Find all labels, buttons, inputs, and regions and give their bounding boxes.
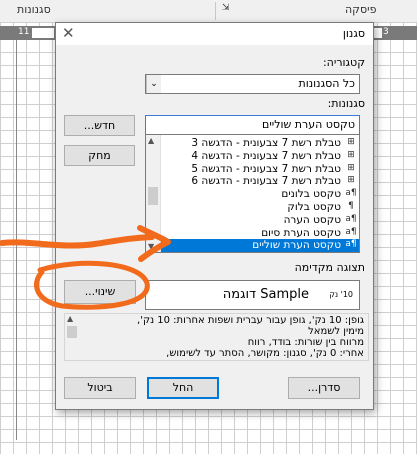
ruler-number-right: 3: [383, 27, 389, 37]
style-list-item[interactable]: ⊞ טבלת רשת 7 צבעונית - הדגשה 3: [161, 137, 359, 150]
scrollbar-thumb[interactable]: [67, 326, 77, 338]
style-name-value: טקסט הערת שוליים: [262, 118, 355, 131]
linked-style-icon: ¶a: [345, 188, 357, 199]
category-label: קטגוריה:: [322, 56, 365, 69]
scroll-up-icon[interactable]: ▲: [67, 314, 73, 323]
scroll-up-icon[interactable]: ▲: [148, 136, 154, 145]
dialog-launcher-icon[interactable]: ⇲: [222, 3, 230, 13]
category-dropdown[interactable]: כל הסגנונות ⌄: [145, 74, 360, 94]
apply-button[interactable]: החל: [147, 377, 219, 399]
preview-label: תצוגה מקדימה: [294, 261, 365, 274]
style-list-item-label: טקסט הערה: [283, 213, 341, 226]
style-list-item[interactable]: ⊞ טבלת רשת 7 צבעונית - הדגשה 6: [161, 175, 359, 188]
preview-font-size: 10' נק: [329, 290, 353, 299]
scrollbar-thumb[interactable]: [148, 187, 158, 205]
scroll-down-icon[interactable]: ▼: [148, 242, 154, 251]
style-list-item-label: טבלת רשת 7 צבעונית - הדגשה 5: [191, 162, 341, 175]
style-description: ▲ גופן: 10 נק', גופן עבור עברית ושפות אח…: [64, 313, 369, 361]
new-style-button[interactable]: חדש...: [64, 115, 135, 136]
style-list-item[interactable]: ¶ טקסט בלוק: [161, 201, 359, 214]
table-grid-icon: ⊞: [347, 149, 355, 160]
styles-list[interactable]: ▲ ▼ ⊞ טבלת רשת 7 צבעונית - הדגשה 3 ⊞ טבלת ר…: [145, 134, 360, 253]
delete-style-button[interactable]: מחק: [64, 145, 135, 166]
linked-style-icon: ¶a: [345, 226, 357, 237]
style-list-item-label: טקסט הערת סיום: [261, 226, 341, 239]
style-list-item[interactable]: ¶a טקסט הערה: [161, 214, 359, 227]
ribbon-bar: סגנונות ⇲ פיסקה: [0, 0, 417, 23]
style-list-item[interactable]: ¶a טקסט הערת סיום: [161, 227, 359, 240]
dialog-title: סגנון: [342, 27, 365, 40]
category-value: כל הסגנונות: [298, 77, 355, 90]
description-line: מימין לשמאל: [308, 326, 364, 337]
page-margin-line: [16, 40, 17, 440]
description-scrollbar[interactable]: ▲: [65, 314, 78, 360]
paragraph-icon: ¶: [348, 201, 354, 211]
ruler-segment: [32, 28, 54, 38]
style-list-item[interactable]: ¶a טקסט הערת שוליים: [161, 239, 359, 252]
organizer-button[interactable]: סדרן...: [288, 377, 360, 399]
description-line: גופן: 10 נק', גופן עבור עברית ושפות אחרו…: [137, 315, 364, 326]
style-list-item-label: טקסט בלוק: [287, 201, 341, 213]
modify-style-button[interactable]: שינוי...: [64, 280, 136, 304]
table-grid-icon: ⊞: [347, 175, 355, 186]
styles-list-scrollbar[interactable]: ▲ ▼: [146, 135, 161, 252]
linked-style-icon: ¶a: [345, 239, 357, 250]
cancel-button[interactable]: ביטול: [64, 377, 136, 399]
table-grid-icon: ⊞: [347, 137, 355, 147]
style-list-item-label: טבלת רשת 7 צבעונית - הדגשה 3: [191, 137, 341, 149]
styles-label: סגנונות:: [327, 97, 365, 110]
ribbon-group-paragraph: פיסקה: [345, 3, 377, 16]
description-line: מרווח בין שורות: בודד, רווח: [247, 337, 364, 348]
chevron-down-icon[interactable]: ⌄: [146, 75, 161, 93]
style-list-item-label: טבלת רשת 7 צבעונית - הדגשה 6: [191, 175, 341, 188]
style-list-item-label: טבלת רשת 7 צבעונית - הדגשה 4: [191, 149, 341, 162]
style-preview-box: Sample דוגמה 10' נק: [145, 280, 360, 310]
linked-style-icon: ¶a: [345, 213, 357, 224]
preview-sample-text: Sample דוגמה: [222, 287, 309, 302]
ruler-number-left: 11: [18, 27, 30, 37]
table-grid-icon: ⊞: [347, 162, 355, 173]
style-list-item[interactable]: ¶a טקסט בלונים: [161, 188, 359, 201]
style-list-item-label: טקסט בלונים: [281, 188, 341, 201]
close-icon[interactable]: ✕: [62, 24, 75, 42]
ribbon-separator: [215, 2, 216, 20]
style-list-item[interactable]: ⊞ טבלת רשת 7 צבעונית - הדגשה 4: [161, 150, 359, 163]
style-list-item[interactable]: ⊞ טבלת רשת 7 צבעונית - הדגשה 5: [161, 163, 359, 176]
style-list-item-label: טקסט הערת שוליים: [252, 239, 341, 252]
style-name-field[interactable]: טקסט הערת שוליים: [145, 115, 360, 135]
dialog-titlebar: סגנון ✕: [56, 23, 373, 45]
style-dialog: סגנון ✕ קטגוריה: כל הסגנונות ⌄ סגנונות: …: [55, 22, 374, 410]
ribbon-group-styles: סגנונות: [17, 3, 51, 16]
description-line: אחרי: 0 נק', סגנון: מקושר, הסתר עד לשימו…: [166, 348, 364, 359]
